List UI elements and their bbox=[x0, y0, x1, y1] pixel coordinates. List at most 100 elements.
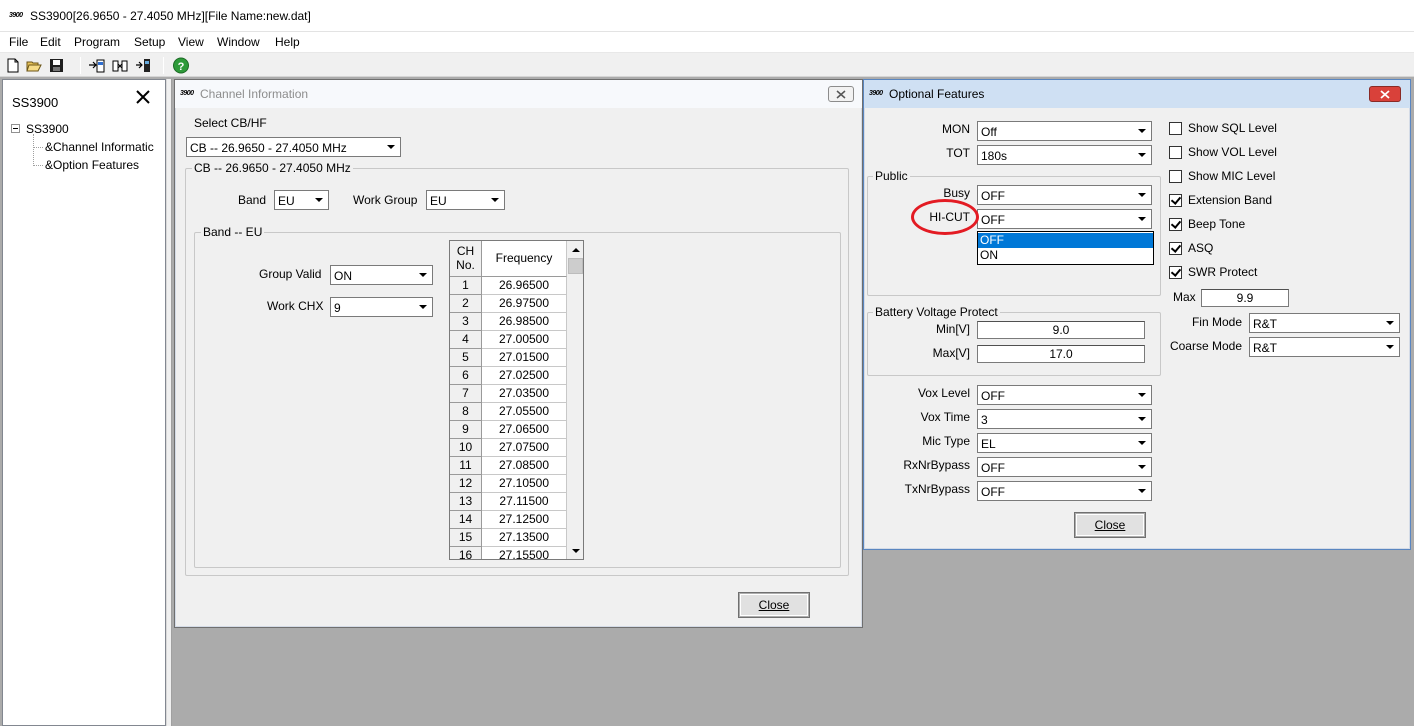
group-valid-dropdown[interactable]: ON bbox=[330, 265, 433, 285]
ch-no-cell: 13 bbox=[450, 493, 482, 511]
frequency-cell[interactable]: 27.02500 bbox=[482, 367, 567, 385]
table-row[interactable]: 13 27.11500 bbox=[450, 493, 567, 511]
menu-help[interactable]: Help bbox=[275, 35, 300, 49]
table-row[interactable]: 4 27.00500 bbox=[450, 331, 567, 349]
vox-level-dropdown[interactable]: OFF bbox=[977, 385, 1152, 405]
mic-type-dropdown[interactable]: EL bbox=[977, 433, 1152, 453]
frequency-cell[interactable]: 27.10500 bbox=[482, 475, 567, 493]
scroll-thumb[interactable] bbox=[568, 258, 583, 274]
table-row[interactable]: 15 27.13500 bbox=[450, 529, 567, 547]
table-row[interactable]: 2 26.97500 bbox=[450, 295, 567, 313]
open-folder-icon[interactable] bbox=[25, 57, 43, 74]
close-icon[interactable] bbox=[134, 88, 152, 106]
menu-edit[interactable]: Edit bbox=[40, 35, 61, 49]
write-to-radio-icon[interactable] bbox=[135, 57, 153, 74]
work-group-dropdown[interactable]: EU bbox=[426, 190, 505, 210]
menu-file[interactable]: File bbox=[9, 35, 28, 49]
menu-view[interactable]: View bbox=[178, 35, 204, 49]
vox-time-dropdown[interactable]: 3 bbox=[977, 409, 1152, 429]
table-row[interactable]: 9 27.06500 bbox=[450, 421, 567, 439]
channel-close-button[interactable]: Close bbox=[739, 593, 809, 617]
table-row[interactable]: 12 27.10500 bbox=[450, 475, 567, 493]
channel-frequency-grid[interactable]: CH No. Frequency 1 26.96500 2 26.97500 3 26… bbox=[449, 240, 584, 560]
frequency-cell[interactable]: 27.08500 bbox=[482, 457, 567, 475]
show-mic-level-checkbox[interactable]: Show MIC Level bbox=[1169, 169, 1309, 185]
swr-protect-checkbox[interactable]: SWR Protect bbox=[1169, 265, 1309, 281]
table-row[interactable]: 3 26.98500 bbox=[450, 313, 567, 331]
tree-item-option-features[interactable]: &Option Features bbox=[45, 158, 139, 172]
table-row[interactable]: 16 27.15500 bbox=[450, 547, 567, 559]
hicut-dropdown-list[interactable]: OFF ON bbox=[977, 231, 1154, 265]
tot-dropdown[interactable]: 180s bbox=[977, 145, 1152, 165]
options-close-button[interactable]: Close bbox=[1075, 513, 1145, 537]
fin-mode-dropdown[interactable]: R&T bbox=[1249, 313, 1400, 333]
program-radio-icon[interactable] bbox=[111, 57, 129, 74]
frequency-cell[interactable]: 26.96500 bbox=[482, 277, 567, 295]
table-row[interactable]: 14 27.12500 bbox=[450, 511, 567, 529]
table-row[interactable]: 10 27.07500 bbox=[450, 439, 567, 457]
frequency-cell[interactable]: 26.98500 bbox=[482, 313, 567, 331]
help-icon[interactable]: ? bbox=[172, 57, 190, 74]
mon-dropdown[interactable]: Off bbox=[977, 121, 1152, 141]
column-header-ch-no[interactable]: CH No. bbox=[450, 241, 482, 277]
pane-splitter[interactable] bbox=[166, 79, 172, 726]
frequency-cell[interactable]: 27.13500 bbox=[482, 529, 567, 547]
checkbox-box[interactable] bbox=[1169, 194, 1182, 207]
read-from-radio-icon[interactable] bbox=[88, 57, 106, 74]
coarse-mode-dropdown[interactable]: R&T bbox=[1249, 337, 1400, 357]
dialog-close-button[interactable] bbox=[1369, 86, 1401, 102]
frequency-cell[interactable]: 27.05500 bbox=[482, 403, 567, 421]
asq-checkbox[interactable]: ASQ bbox=[1169, 241, 1309, 257]
show-sql-level-checkbox[interactable]: Show SQL Level bbox=[1169, 121, 1309, 137]
hicut-dropdown[interactable]: OFF bbox=[977, 209, 1152, 229]
scroll-up-arrow-icon[interactable] bbox=[567, 241, 583, 258]
show-vol-level-checkbox[interactable]: Show VOL Level bbox=[1169, 145, 1309, 161]
rxnr-bypass-dropdown[interactable]: OFF bbox=[977, 457, 1152, 477]
menu-program[interactable]: Program bbox=[74, 35, 120, 49]
grid-vertical-scrollbar[interactable] bbox=[567, 241, 583, 559]
checkbox-box[interactable] bbox=[1169, 266, 1182, 279]
frequency-cell[interactable]: 27.01500 bbox=[482, 349, 567, 367]
save-disk-icon[interactable] bbox=[48, 57, 66, 74]
table-row[interactable]: 8 27.05500 bbox=[450, 403, 567, 421]
frequency-cell[interactable]: 27.03500 bbox=[482, 385, 567, 403]
checkbox-box[interactable] bbox=[1169, 242, 1182, 255]
tree-root-ss3900[interactable]: SS3900 bbox=[26, 122, 69, 136]
frequency-cell[interactable]: 27.12500 bbox=[482, 511, 567, 529]
min-voltage-input[interactable]: 9.0 bbox=[977, 321, 1145, 339]
extension-band-checkbox[interactable]: Extension Band bbox=[1169, 193, 1309, 209]
dialog-close-button[interactable] bbox=[828, 86, 854, 102]
band-dropdown[interactable]: EU bbox=[274, 190, 329, 210]
busy-dropdown[interactable]: OFF bbox=[977, 185, 1152, 205]
table-row[interactable]: 7 27.03500 bbox=[450, 385, 567, 403]
menu-setup[interactable]: Setup bbox=[134, 35, 165, 49]
table-row[interactable]: 6 27.02500 bbox=[450, 367, 567, 385]
scroll-down-arrow-icon[interactable] bbox=[567, 542, 583, 559]
table-row[interactable]: 1 26.96500 bbox=[450, 277, 567, 295]
work-chx-dropdown[interactable]: 9 bbox=[330, 297, 433, 317]
dropdown-option-on[interactable]: ON bbox=[978, 248, 1153, 263]
swr-max-input[interactable]: 9.9 bbox=[1201, 289, 1289, 307]
txnr-bypass-dropdown[interactable]: OFF bbox=[977, 481, 1152, 501]
checkbox-box[interactable] bbox=[1169, 218, 1182, 231]
select-cb-hf-dropdown[interactable]: CB -- 26.9650 - 27.4050 MHz bbox=[186, 137, 401, 157]
table-row[interactable]: 11 27.08500 bbox=[450, 457, 567, 475]
tree-collapse-toggle[interactable] bbox=[11, 124, 20, 133]
frequency-cell[interactable]: 26.97500 bbox=[482, 295, 567, 313]
frequency-cell[interactable]: 27.15500 bbox=[482, 547, 567, 559]
checkbox-box[interactable] bbox=[1169, 122, 1182, 135]
frequency-cell[interactable]: 27.06500 bbox=[482, 421, 567, 439]
column-header-frequency[interactable]: Frequency bbox=[482, 241, 567, 277]
checkbox-box[interactable] bbox=[1169, 146, 1182, 159]
dropdown-option-off[interactable]: OFF bbox=[978, 233, 1153, 248]
table-row[interactable]: 5 27.01500 bbox=[450, 349, 567, 367]
checkbox-box[interactable] bbox=[1169, 170, 1182, 183]
tree-item-channel-information[interactable]: &Channel Informatic bbox=[45, 140, 165, 154]
new-file-icon[interactable] bbox=[4, 57, 22, 74]
frequency-cell[interactable]: 27.11500 bbox=[482, 493, 567, 511]
beep-tone-checkbox[interactable]: Beep Tone bbox=[1169, 217, 1309, 233]
max-voltage-input[interactable]: 17.0 bbox=[977, 345, 1145, 363]
frequency-cell[interactable]: 27.07500 bbox=[482, 439, 567, 457]
menu-window[interactable]: Window bbox=[217, 35, 260, 49]
frequency-cell[interactable]: 27.00500 bbox=[482, 331, 567, 349]
